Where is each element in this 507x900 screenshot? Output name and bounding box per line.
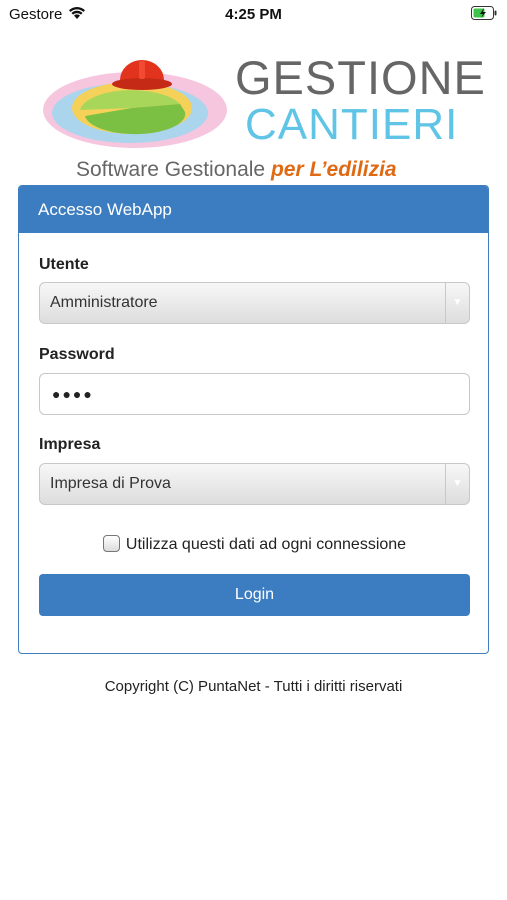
- company-select-value: Impresa di Prova: [50, 475, 171, 492]
- remember-row: Utilizza questi dati ad ogni connessione: [19, 535, 488, 554]
- user-label: Utente: [39, 256, 89, 273]
- clock: 4:25 PM: [225, 6, 282, 23]
- app-logo: GESTIONE CANTIERI Software Gestionale pe…: [40, 38, 485, 188]
- helmet-logo-icon: [43, 60, 227, 148]
- login-button[interactable]: Login: [39, 574, 470, 616]
- battery-charging-icon: [471, 6, 497, 25]
- panel-title: Accesso WebApp: [19, 186, 488, 233]
- logo-subtitle-prefix: Software Gestionale: [76, 158, 271, 181]
- password-field-value: ●●●●: [52, 386, 94, 402]
- remember-label[interactable]: Utilizza questi dati ad ogni connessione: [126, 536, 406, 553]
- password-label: Password: [39, 346, 115, 363]
- company-select[interactable]: Impresa di Prova ▼: [39, 463, 470, 505]
- remember-checkbox[interactable]: [102, 535, 120, 552]
- login-panel: Accesso WebApp Utente Amministratore ▼ P…: [18, 185, 489, 654]
- user-select[interactable]: Amministratore ▼: [39, 282, 470, 324]
- logo-title-line1: GESTIONE: [235, 51, 486, 104]
- copyright-text: Copyright (C) PuntaNet - Tutti i diritti…: [104, 678, 403, 695]
- logo-subtitle-accent: per L’edilizia: [270, 158, 397, 181]
- logo-subtitle: Software Gestionale per L’edilizia: [76, 158, 397, 182]
- chevron-down-icon: ▼: [445, 464, 469, 504]
- user-select-value: Amministratore: [50, 294, 158, 311]
- status-bar: Gestore 4:25 PM: [0, 0, 507, 30]
- company-label: Impresa: [39, 436, 101, 453]
- chevron-down-icon: ▼: [445, 283, 469, 323]
- password-field[interactable]: ●●●●: [39, 373, 470, 415]
- logo-title-line2: CANTIERI: [245, 100, 459, 149]
